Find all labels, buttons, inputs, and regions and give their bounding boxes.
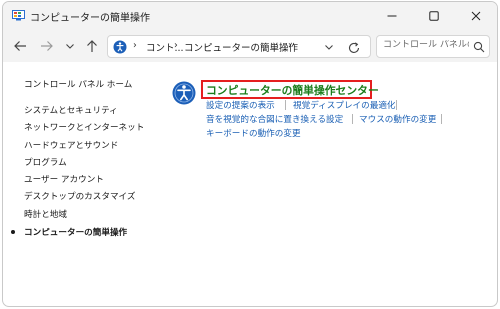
arrow-left-icon xyxy=(14,41,26,51)
close-icon xyxy=(471,11,481,21)
forward-button[interactable] xyxy=(37,36,57,56)
sidebar-item-clock-region[interactable]: 時計と地域 xyxy=(24,208,67,220)
minimize-button[interactable] xyxy=(371,2,413,30)
breadcrumb-separator[interactable]: › xyxy=(288,40,292,51)
navigation-bar: › コント... › コンピューターの簡単操作 › xyxy=(3,30,497,62)
address-bar[interactable]: › コント... › コンピューターの簡単操作 › xyxy=(107,35,371,58)
arrow-up-icon xyxy=(87,40,97,52)
address-history-button[interactable] xyxy=(322,40,336,54)
sidebar-item-user-accounts[interactable]: ユーザー アカウント xyxy=(24,173,104,185)
link-separator xyxy=(352,114,353,124)
recent-locations-button[interactable] xyxy=(60,36,80,56)
sidebar-item-ease-of-access[interactable]: コンピューターの簡単操作 xyxy=(24,226,127,238)
control-panel-icon xyxy=(12,10,25,21)
link-separator xyxy=(285,100,286,110)
link-separator xyxy=(396,100,397,110)
sidebar-item-system-security[interactable]: システムとセキュリティ xyxy=(24,104,118,116)
arrow-right-icon xyxy=(41,41,53,51)
link-view-suggestions[interactable]: 設定の提案の表示 xyxy=(206,99,275,111)
selected-indicator xyxy=(11,230,15,234)
link-mouse-settings[interactable]: マウスの動作の変更 xyxy=(359,113,436,125)
link-keyboard-settings[interactable]: キーボードの動作の変更 xyxy=(206,127,301,139)
minimize-icon xyxy=(387,15,397,17)
refresh-icon xyxy=(348,42,360,53)
back-button[interactable] xyxy=(10,36,30,56)
maximize-button[interactable] xyxy=(413,2,455,30)
sidebar-home-link[interactable]: コントロール パネル ホーム xyxy=(24,78,132,90)
sidebar-item-appearance[interactable]: デスクトップのカスタマイズ xyxy=(24,190,135,202)
refresh-button[interactable] xyxy=(347,40,361,54)
search-box[interactable] xyxy=(376,35,490,58)
close-button[interactable] xyxy=(455,2,497,30)
breadcrumb-separator[interactable]: › xyxy=(133,40,137,51)
search-icon xyxy=(473,41,485,53)
up-button[interactable] xyxy=(82,36,102,56)
link-optimize-display[interactable]: 視覚ディスプレイの最適化 xyxy=(293,99,396,111)
chevron-down-icon xyxy=(325,45,333,50)
sidebar-item-hardware-sound[interactable]: ハードウェアとサウンド xyxy=(24,139,118,151)
ease-of-access-center-icon xyxy=(172,81,196,105)
search-input[interactable] xyxy=(383,40,469,50)
window-title: コンピューターの簡単操作 xyxy=(30,13,150,24)
ease-of-access-center-link[interactable]: コンピューターの簡単操作センター xyxy=(206,82,379,98)
title-bar: コンピューターの簡単操作 xyxy=(3,2,497,30)
link-visual-sound-cues[interactable]: 音を視覚的な合図に置き換える設定 xyxy=(206,113,343,125)
maximize-icon xyxy=(429,11,439,21)
window: コンピューターの簡単操作 › コント... › コンピューターの簡単操作 › コ… xyxy=(2,1,498,307)
sidebar-item-programs[interactable]: プログラム xyxy=(24,156,67,168)
breadcrumb-ease-of-access[interactable]: コンピューターの簡単操作 xyxy=(184,40,298,54)
sidebar-item-network-internet[interactable]: ネットワークとインターネット xyxy=(24,121,144,133)
chevron-down-icon xyxy=(66,44,74,49)
ease-of-access-icon xyxy=(113,40,127,54)
breadcrumb-separator[interactable]: › xyxy=(174,40,178,51)
link-separator xyxy=(441,114,442,124)
